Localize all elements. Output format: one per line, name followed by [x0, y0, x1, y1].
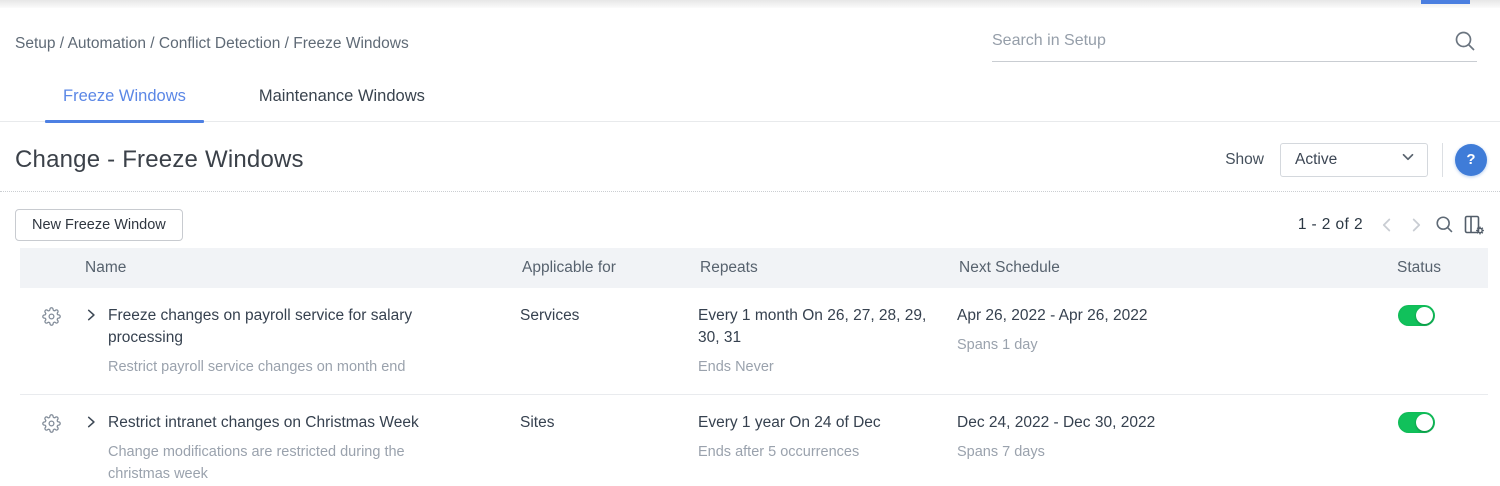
row-actions-cell: [20, 305, 83, 331]
chevron-down-icon: [1399, 148, 1417, 171]
gear-icon[interactable]: [42, 414, 61, 438]
next-schedule-span: Spans 1 day: [957, 335, 1395, 355]
pagination-range: 1 - 2 of 2: [1298, 216, 1363, 234]
next-schedule-span: Spans 7 days: [957, 442, 1395, 462]
search-icon[interactable]: [1453, 29, 1477, 53]
repeats-ends: Ends after 5 occurrences: [698, 442, 939, 462]
next-schedule-value: Dec 24, 2022 - Dec 30, 2022: [957, 412, 1395, 434]
column-header-status: Status: [1395, 259, 1488, 277]
tab-label: Freeze Windows: [63, 87, 186, 105]
tab-maintenance-windows[interactable]: Maintenance Windows: [241, 87, 443, 121]
gear-icon[interactable]: [42, 307, 61, 331]
column-settings-icon[interactable]: [1462, 213, 1486, 237]
repeats-cell: Every 1 year On 24 of Dec Ends after 5 o…: [698, 412, 957, 462]
column-header-name: Name: [83, 259, 520, 277]
repeats-cell: Every 1 month On 26, 27, 28, 29, 30, 31 …: [698, 305, 957, 377]
top-scroll-indicator: [1421, 0, 1470, 4]
freeze-window-name[interactable]: Freeze changes on payroll service for sa…: [108, 305, 453, 349]
freeze-window-name[interactable]: Restrict intranet changes on Christmas W…: [108, 412, 453, 434]
list-toolbar: New Freeze Window 1 - 2 of 2: [0, 192, 1500, 245]
help-label: ?: [1466, 151, 1475, 168]
column-header-next-schedule: Next Schedule: [957, 259, 1395, 277]
status-cell: [1395, 412, 1488, 433]
freeze-window-description: Change modifications are restricted duri…: [108, 441, 453, 485]
show-filter-select[interactable]: Active: [1280, 143, 1428, 177]
status-toggle[interactable]: [1398, 305, 1435, 326]
table-row: Restrict intranet changes on Christmas W…: [20, 395, 1488, 486]
setup-search[interactable]: [992, 29, 1477, 62]
tab-freeze-windows[interactable]: Freeze Windows: [45, 87, 204, 121]
new-freeze-window-button[interactable]: New Freeze Window: [15, 209, 183, 241]
search-input[interactable]: [992, 32, 1453, 50]
status-cell: [1395, 305, 1488, 326]
chevron-right-icon[interactable]: [84, 308, 98, 327]
column-header-repeats: Repeats: [698, 259, 957, 277]
pagination-tools: 1 - 2 of 2: [1298, 213, 1486, 237]
applicable-for-value: Sites: [520, 412, 698, 434]
divider: [1442, 143, 1443, 177]
name-text-block: Freeze changes on payroll service for sa…: [108, 305, 453, 378]
tab-bar: Freeze Windows Maintenance Windows: [0, 62, 1500, 122]
freeze-window-description: Restrict payroll service changes on mont…: [108, 356, 453, 378]
next-page-icon[interactable]: [1405, 214, 1427, 236]
applicable-for-cell: Sites: [520, 412, 698, 434]
column-header-applicable-for: Applicable for: [520, 259, 698, 277]
applicable-for-value: Services: [520, 305, 698, 327]
name-cell: Freeze changes on payroll service for sa…: [83, 305, 520, 378]
breadcrumb[interactable]: Setup / Automation / Conflict Detection …: [15, 35, 992, 62]
row-actions-cell: [20, 412, 83, 438]
freeze-windows-table: Name Applicable for Repeats Next Schedul…: [20, 248, 1488, 486]
setup-header: Setup / Automation / Conflict Detection …: [0, 8, 1500, 62]
chevron-right-icon[interactable]: [84, 415, 98, 434]
repeats-ends: Ends Never: [698, 357, 939, 377]
repeats-value: Every 1 month On 26, 27, 28, 29, 30, 31: [698, 305, 939, 349]
page-title: Change - Freeze Windows: [15, 146, 1225, 174]
active-tab-underline: [45, 120, 204, 123]
applicable-for-cell: Services: [520, 305, 698, 327]
next-schedule-cell: Apr 26, 2022 - Apr 26, 2022 Spans 1 day: [957, 305, 1395, 355]
next-schedule-cell: Dec 24, 2022 - Dec 30, 2022 Spans 7 days: [957, 412, 1395, 462]
show-filter-value: Active: [1295, 151, 1399, 169]
repeats-value: Every 1 year On 24 of Dec: [698, 412, 939, 434]
list-search-icon[interactable]: [1434, 214, 1455, 235]
table-header-row: Name Applicable for Repeats Next Schedul…: [20, 248, 1488, 288]
status-toggle[interactable]: [1398, 412, 1435, 433]
name-cell: Restrict intranet changes on Christmas W…: [83, 412, 520, 485]
top-shadow-strip: [0, 0, 1500, 8]
page-header: Change - Freeze Windows Show Active ?: [0, 122, 1500, 192]
help-button[interactable]: ?: [1455, 144, 1487, 176]
show-filter-label: Show: [1225, 151, 1264, 169]
table-row: Freeze changes on payroll service for sa…: [20, 288, 1488, 395]
toggle-knob: [1416, 307, 1433, 324]
toggle-knob: [1416, 414, 1433, 431]
prev-page-icon[interactable]: [1376, 214, 1398, 236]
name-text-block: Restrict intranet changes on Christmas W…: [108, 412, 453, 485]
tab-label: Maintenance Windows: [259, 87, 425, 105]
next-schedule-value: Apr 26, 2022 - Apr 26, 2022: [957, 305, 1395, 327]
